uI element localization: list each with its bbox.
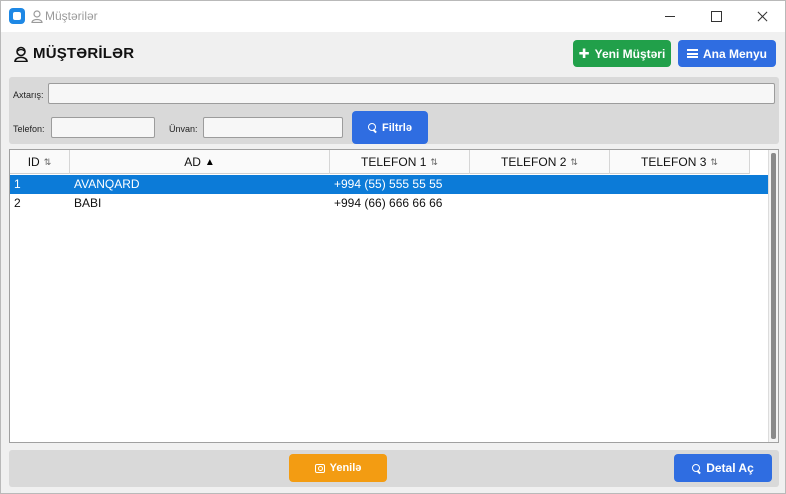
vertical-scrollbar[interactable] [768, 150, 778, 442]
column-header-ad[interactable]: AD ▲ [70, 150, 330, 174]
plus-icon: ✚ [578, 46, 590, 61]
minimize-button[interactable] [647, 1, 693, 32]
cell-telefon2 [470, 194, 610, 213]
cell-ad: AVANQARD [74, 177, 140, 191]
refresh-button[interactable]: Yenilə [289, 454, 387, 482]
cell-telefon3 [610, 175, 750, 194]
search-icon [692, 463, 701, 473]
main-menu-button[interactable]: Ana Menyu [678, 40, 776, 67]
filter-panel: Axtarış: Telefon: Ünvan: Filtrlə [9, 77, 779, 144]
open-detail-label: Detal Aç [706, 461, 754, 475]
close-button[interactable] [739, 1, 785, 32]
cell-id: 2 [14, 196, 21, 210]
address-label: Ünvan: [169, 124, 198, 134]
main-menu-label: Ana Menyu [702, 46, 767, 61]
table-row[interactable]: 1 AVANQARD +994 (55) 555 55 55 [10, 175, 768, 194]
open-detail-button[interactable]: Detal Aç [674, 454, 772, 482]
customer-icon [14, 46, 28, 62]
table-row[interactable]: 2 BABI +994 (66) 666 66 66 [10, 194, 768, 213]
phone-input[interactable] [51, 117, 155, 138]
column-header-id[interactable]: ID ⇅ [10, 150, 70, 174]
cell-ad: BABI [74, 196, 102, 210]
column-header-telefon1[interactable]: TELEFON 1 ⇅ [330, 150, 470, 174]
address-input[interactable] [203, 117, 343, 138]
filter-label: Filtrlə [382, 121, 412, 134]
sort-icon: ⇅ [570, 156, 578, 167]
column-header-telefon3[interactable]: TELEFON 3 ⇅ [610, 150, 750, 174]
search-label: Axtarış: [13, 90, 44, 100]
phone-label: Telefon: [13, 124, 45, 134]
sort-icon: ⇅ [710, 156, 718, 167]
window-title: Müştərilər [45, 9, 98, 23]
cell-telefon2 [470, 175, 610, 194]
filter-button[interactable]: Filtrlə [352, 111, 428, 144]
sort-ascending-icon: ▲ [204, 156, 215, 168]
customers-window: Müştərilər MÜŞTƏRİLƏR ✚ Yeni Müştəri Ana… [0, 0, 786, 494]
maximize-button[interactable] [693, 1, 739, 32]
person-icon [31, 10, 43, 23]
search-input[interactable] [48, 83, 775, 104]
sort-icon: ⇅ [430, 156, 438, 167]
title-bar[interactable]: Müştərilər [1, 1, 785, 32]
search-icon [368, 123, 377, 132]
cell-telefon3 [610, 194, 750, 213]
cell-id: 1 [14, 177, 21, 191]
new-customer-button[interactable]: ✚ Yeni Müştəri [573, 40, 671, 67]
table-header: ID ⇅ AD ▲ TELEFON 1 ⇅ TELEFON 2 ⇅ TELEFO… [10, 150, 750, 174]
cell-telefon1: +994 (55) 555 55 55 [334, 177, 443, 191]
refresh-icon [314, 463, 325, 473]
sort-icon: ⇅ [43, 156, 52, 167]
scrollbar-thumb[interactable] [771, 153, 776, 439]
column-header-telefon2[interactable]: TELEFON 2 ⇅ [470, 150, 610, 174]
page-header: MÜŞTƏRİLƏR ✚ Yeni Müştəri Ana Menyu [1, 32, 785, 76]
customers-table[interactable]: ID ⇅ AD ▲ TELEFON 1 ⇅ TELEFON 2 ⇅ TELEFO… [9, 149, 779, 443]
cell-telefon1: +994 (66) 666 66 66 [334, 196, 443, 210]
new-customer-label: Yeni Müştəri [594, 46, 666, 61]
page-title: MÜŞTƏRİLƏR [33, 45, 135, 62]
refresh-label: Yenilə [329, 462, 362, 474]
app-icon [9, 8, 25, 24]
menu-icon [686, 49, 698, 58]
footer-bar: Yenilə Detal Aç [9, 450, 779, 487]
